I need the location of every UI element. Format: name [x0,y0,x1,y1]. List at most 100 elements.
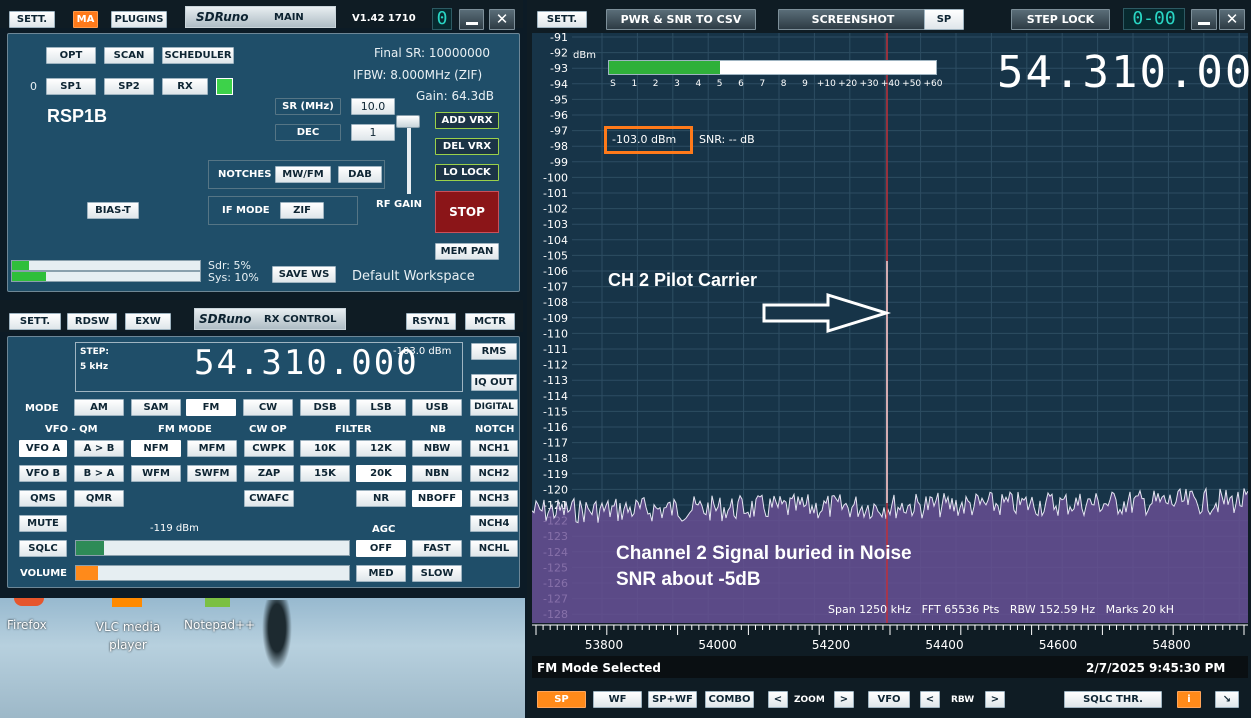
mem-pan-button[interactable]: MEM PAN [435,243,499,260]
ma-button[interactable]: MA [73,11,98,28]
vfo-b-button[interactable]: VFO B [19,465,67,482]
sr-value-field[interactable]: 10.0 [351,98,395,115]
zif-button[interactable]: ZIF [280,202,324,219]
nch2-button[interactable]: NCH2 [470,465,518,482]
vfo-a-button[interactable]: VFO A [19,440,67,457]
b-to-a-button[interactable]: B > A [74,465,124,482]
mfm-button[interactable]: MFM [187,440,237,457]
save-workspace-button[interactable]: SAVE WS [272,266,336,283]
rf-gain-slider-track[interactable] [407,120,411,194]
iq-out-button[interactable]: IQ OUT [471,374,517,391]
mode-lsb-button[interactable]: LSB [356,399,406,416]
rbw-up-button[interactable]: > [985,691,1005,708]
agc-fast-button[interactable]: FAST [412,540,462,557]
squelch-slider[interactable] [75,540,350,556]
swfm-button[interactable]: SWFM [187,465,237,482]
main-settings-button[interactable]: SETT. [9,11,55,28]
dab-notch-button[interactable]: DAB [338,166,382,183]
wfm-button[interactable]: WFM [131,465,181,482]
rms-button[interactable]: RMS [471,343,517,360]
dec-value-field[interactable]: 1 [351,124,395,141]
nch4-button[interactable]: NCH4 [470,515,518,532]
screenshot-button[interactable]: SCREENSHOT [778,9,928,30]
nbn-button[interactable]: NBN [412,465,462,482]
sqlc-button[interactable]: SQLC [19,540,67,557]
del-vrx-button[interactable]: DEL VRX [435,138,499,155]
pwr-snr-csv-button[interactable]: PWR & SNR TO CSV [606,9,756,30]
nfm-button[interactable]: NFM [131,440,181,457]
nch1-button[interactable]: NCH1 [470,440,518,457]
notepad-label[interactable]: Notepad++ [184,618,255,632]
mode-fm-button[interactable]: FM [186,399,236,416]
rf-gain-slider-handle[interactable] [396,115,420,128]
step-lock-button[interactable]: STEP LOCK [1011,9,1110,30]
filter-12k-button[interactable]: 12K [356,440,406,457]
nboff-button[interactable]: NBOFF [412,490,462,507]
filter-15k-button[interactable]: 15K [300,465,350,482]
rx-settings-button[interactable]: SETT. [9,313,61,330]
volume-slider[interactable] [75,565,350,581]
zap-button[interactable]: ZAP [244,465,294,482]
cwpk-button[interactable]: CWPK [244,440,294,457]
nr-button[interactable]: NR [356,490,406,507]
vlc-label[interactable]: VLC media player [86,618,170,654]
cwafc-button[interactable]: CWAFC [244,490,294,507]
minimize-button[interactable] [459,9,484,30]
vfo-button[interactable]: VFO [868,691,910,708]
spectrum-settings-button[interactable]: SETT. [537,11,587,28]
firefox-label[interactable]: Firefox [7,618,47,632]
stop-button[interactable]: STOP [435,191,499,233]
mode-cw-button[interactable]: CW [243,399,293,416]
scan-button[interactable]: SCAN [104,47,154,64]
mode-am-button[interactable]: AM [74,399,124,416]
sp-wf-view-button[interactable]: SP+WF [648,691,697,708]
plugins-button[interactable]: PLUGINS [111,11,167,28]
digital-button[interactable]: DIGITAL [470,399,518,416]
info-button[interactable]: i [1177,691,1201,708]
rdsw-button[interactable]: RDSW [67,313,117,330]
rbw-down-button[interactable]: < [920,691,940,708]
mctr-button[interactable]: MCTR [465,313,515,330]
add-vrx-button[interactable]: ADD VRX [435,112,499,129]
sp-view-button[interactable]: SP [537,691,586,708]
wf-view-button[interactable]: WF [593,691,642,708]
squelch-threshold-button[interactable]: SQLC THR. [1064,691,1162,708]
zoom-out-button[interactable]: < [768,691,788,708]
exw-button[interactable]: EXW [125,313,171,330]
nch3-button[interactable]: NCH3 [470,490,518,507]
vlc-icon[interactable] [112,598,142,607]
sp-tab-button[interactable]: SP [924,9,964,30]
notepad-icon[interactable] [205,598,230,607]
spectrum-minimize-button[interactable] [1191,9,1217,30]
sp2-button[interactable]: SP2 [104,78,154,95]
combo-view-button[interactable]: COMBO [705,691,754,708]
mwfm-notch-button[interactable]: MW/FM [275,166,331,183]
scheduler-button[interactable]: SCHEDULER [162,47,234,64]
bias-t-button[interactable]: BIAS-T [87,202,139,219]
opt-button[interactable]: OPT [46,47,96,64]
mode-usb-button[interactable]: USB [412,399,462,416]
mute-button[interactable]: MUTE [19,515,67,532]
rx-button[interactable]: RX [162,78,208,95]
resize-button[interactable]: ↘ [1215,691,1239,708]
rsyn1-button[interactable]: RSYN1 [406,313,456,330]
filter-20k-button[interactable]: 20K [356,465,406,482]
agc-slow-button[interactable]: SLOW [412,565,462,582]
firefox-icon[interactable] [14,598,44,606]
lo-lock-button[interactable]: LO LOCK [435,164,499,181]
a-to-b-button[interactable]: A > B [74,440,124,457]
nbw-button[interactable]: NBW [412,440,462,457]
qms-button[interactable]: QMS [19,490,67,507]
rx-frequency-readout[interactable]: 54.310.000 [194,343,419,383]
mode-dsb-button[interactable]: DSB [300,399,350,416]
zoom-in-button[interactable]: > [834,691,854,708]
close-button[interactable]: ✕ [489,9,515,30]
filter-10k-button[interactable]: 10K [300,440,350,457]
qmr-button[interactable]: QMR [74,490,124,507]
sp1-button[interactable]: SP1 [46,78,96,95]
nchl-button[interactable]: NCHL [470,540,518,557]
agc-med-button[interactable]: MED [356,565,406,582]
mode-sam-button[interactable]: SAM [131,399,181,416]
agc-off-button[interactable]: OFF [356,540,406,557]
spectrum-close-button[interactable]: ✕ [1219,9,1245,30]
